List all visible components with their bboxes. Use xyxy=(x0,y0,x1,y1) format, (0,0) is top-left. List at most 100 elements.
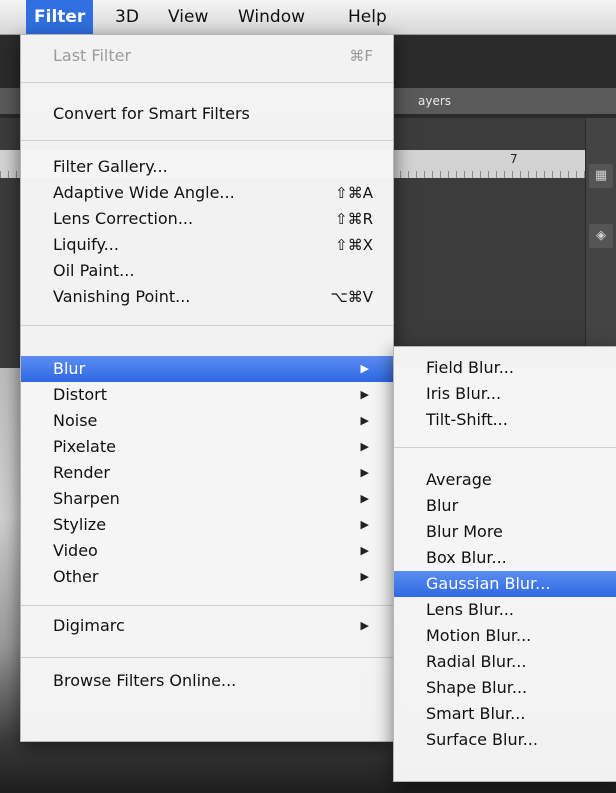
options-bar-text: ayers xyxy=(418,94,452,108)
menu-item-label: Lens Blur... xyxy=(426,600,514,619)
submenu-item-tilt-shift[interactable]: Tilt-Shift... xyxy=(394,407,616,433)
submenu-arrow-icon: ▶ xyxy=(360,570,369,583)
menu-item-label: Tilt-Shift... xyxy=(426,410,508,429)
submenu-item-lens-blur[interactable]: Lens Blur... xyxy=(394,597,616,623)
menu-item-label: Filter Gallery... xyxy=(53,157,168,176)
menu-item-label: Lens Correction... xyxy=(53,209,194,228)
menu-item-label: Digimarc xyxy=(53,616,125,635)
submenu-arrow-icon: ▶ xyxy=(360,414,369,427)
menu-item-label: Smart Blur... xyxy=(426,704,526,723)
menu-item-label: Vanishing Point... xyxy=(53,287,191,306)
menu-item-label: Radial Blur... xyxy=(426,652,527,671)
submenu-arrow-icon: ▶ xyxy=(360,619,369,632)
menu-item-label: Field Blur... xyxy=(426,358,514,377)
submenu-arrow-icon: ▶ xyxy=(360,544,369,557)
menu-item-label: Noise xyxy=(53,411,98,430)
side-panel-dock xyxy=(585,118,616,378)
menu-item-label: Other xyxy=(53,567,99,586)
menu-item-label: Browse Filters Online... xyxy=(53,671,237,690)
menu-separator xyxy=(21,325,393,326)
submenu-item-motion-blur[interactable]: Motion Blur... xyxy=(394,623,616,649)
panel-grid-icon[interactable]: ▦ xyxy=(589,164,613,188)
submenu-arrow-icon: ▶ xyxy=(360,466,369,479)
menu-item-pixelate[interactable]: Pixelate ▶ xyxy=(21,434,393,460)
menu-item-label: Blur More xyxy=(426,522,503,541)
menu-item-blur[interactable]: Blur ▶ xyxy=(21,356,393,382)
menu-item-liquify[interactable]: Liquify... ⇧⌘X xyxy=(21,232,393,258)
menu-item-video[interactable]: Video ▶ xyxy=(21,538,393,564)
submenu-item-box-blur[interactable]: Box Blur... xyxy=(394,545,616,571)
submenu-item-surface-blur[interactable]: Surface Blur... xyxy=(394,727,616,753)
menu-item-label: Stylize xyxy=(53,515,107,534)
menu-item-label: Liquify... xyxy=(53,235,119,254)
submenu-arrow-icon: ▶ xyxy=(360,518,369,531)
menu-item-convert-for-smart-filters[interactable]: Convert for Smart Filters xyxy=(21,101,393,127)
menubar-filter[interactable]: Filter xyxy=(26,0,94,34)
menu-item-shortcut: ⇧⌘X xyxy=(335,236,373,254)
menu-item-digimarc[interactable]: Digimarc ▶ xyxy=(21,613,393,639)
menu-item-shortcut: ⌥⌘V xyxy=(330,288,373,306)
menubar-help[interactable]: Help xyxy=(340,0,395,34)
menu-item-label: Pixelate xyxy=(53,437,116,456)
menu-item-label: Sharpen xyxy=(53,489,120,508)
menu-separator xyxy=(394,447,616,448)
menu-separator xyxy=(21,82,393,83)
menu-item-vanishing-point[interactable]: Vanishing Point... ⌥⌘V xyxy=(21,284,393,310)
menu-item-last-filter[interactable]: Last Filter ⌘F xyxy=(21,43,393,69)
submenu-item-blur[interactable]: Blur xyxy=(394,493,616,519)
submenu-item-average[interactable]: Average xyxy=(394,467,616,493)
submenu-arrow-icon: ▶ xyxy=(360,492,369,505)
menu-item-oil-paint[interactable]: Oil Paint... xyxy=(21,258,393,284)
menu-item-label: Last Filter xyxy=(53,46,132,65)
menu-item-label: Blur xyxy=(426,496,459,515)
submenu-item-iris-blur[interactable]: Iris Blur... xyxy=(394,381,616,407)
menu-separator xyxy=(21,140,393,141)
menu-item-label: Oil Paint... xyxy=(53,261,135,280)
menu-item-noise[interactable]: Noise ▶ xyxy=(21,408,393,434)
submenu-item-field-blur[interactable]: Field Blur... xyxy=(394,355,616,381)
menu-item-render[interactable]: Render ▶ xyxy=(21,460,393,486)
menubar-window[interactable]: Window xyxy=(230,0,313,34)
menu-item-filter-gallery[interactable]: Filter Gallery... xyxy=(21,154,393,180)
menu-item-label: Box Blur... xyxy=(426,548,507,567)
submenu-item-blur-more[interactable]: Blur More xyxy=(394,519,616,545)
menu-separator xyxy=(21,657,393,658)
menu-item-label: Convert for Smart Filters xyxy=(53,104,250,123)
menu-separator xyxy=(21,605,393,606)
filter-menu: Last Filter ⌘F Convert for Smart Filters… xyxy=(20,34,394,742)
ruler-number: 7 xyxy=(510,152,518,166)
menu-item-label: Motion Blur... xyxy=(426,626,532,645)
menu-bar: Filter 3D View Window Help xyxy=(0,0,616,35)
menu-item-label: Render xyxy=(53,463,110,482)
submenu-item-smart-blur[interactable]: Smart Blur... xyxy=(394,701,616,727)
menu-item-shortcut: ⇧⌘R xyxy=(335,210,373,228)
menu-item-shortcut: ⌘F xyxy=(349,47,373,65)
menu-item-browse-filters-online[interactable]: Browse Filters Online... xyxy=(21,668,393,694)
menu-item-label: Surface Blur... xyxy=(426,730,538,749)
menu-item-distort[interactable]: Distort ▶ xyxy=(21,382,393,408)
menu-item-sharpen[interactable]: Sharpen ▶ xyxy=(21,486,393,512)
menu-item-label: Average xyxy=(426,470,492,489)
menu-item-stylize[interactable]: Stylize ▶ xyxy=(21,512,393,538)
submenu-arrow-icon: ▶ xyxy=(360,362,369,375)
submenu-item-gaussian-blur[interactable]: Gaussian Blur... xyxy=(394,571,616,597)
panel-3d-cube-icon[interactable]: ◈ xyxy=(589,224,613,248)
menu-item-label: Gaussian Blur... xyxy=(426,574,551,593)
submenu-item-shape-blur[interactable]: Shape Blur... xyxy=(394,675,616,701)
menu-item-lens-correction[interactable]: Lens Correction... ⇧⌘R xyxy=(21,206,393,232)
menu-item-label: Video xyxy=(53,541,98,560)
menu-item-shortcut: ⇧⌘A xyxy=(335,184,373,202)
menu-item-adaptive-wide-angle[interactable]: Adaptive Wide Angle... ⇧⌘A xyxy=(21,180,393,206)
menu-item-label: Adaptive Wide Angle... xyxy=(53,183,235,202)
menu-item-label: Shape Blur... xyxy=(426,678,528,697)
menubar-3d[interactable]: 3D xyxy=(107,0,147,34)
submenu-arrow-icon: ▶ xyxy=(360,388,369,401)
submenu-item-radial-blur[interactable]: Radial Blur... xyxy=(394,649,616,675)
menu-item-label: Blur xyxy=(53,359,86,378)
menu-item-label: Distort xyxy=(53,385,108,404)
menu-item-label: Iris Blur... xyxy=(426,384,502,403)
submenu-arrow-icon: ▶ xyxy=(360,440,369,453)
menu-item-other[interactable]: Other ▶ xyxy=(21,564,393,590)
blur-submenu: Field Blur... Iris Blur... Tilt-Shift...… xyxy=(393,346,616,782)
menubar-view[interactable]: View xyxy=(160,0,216,34)
